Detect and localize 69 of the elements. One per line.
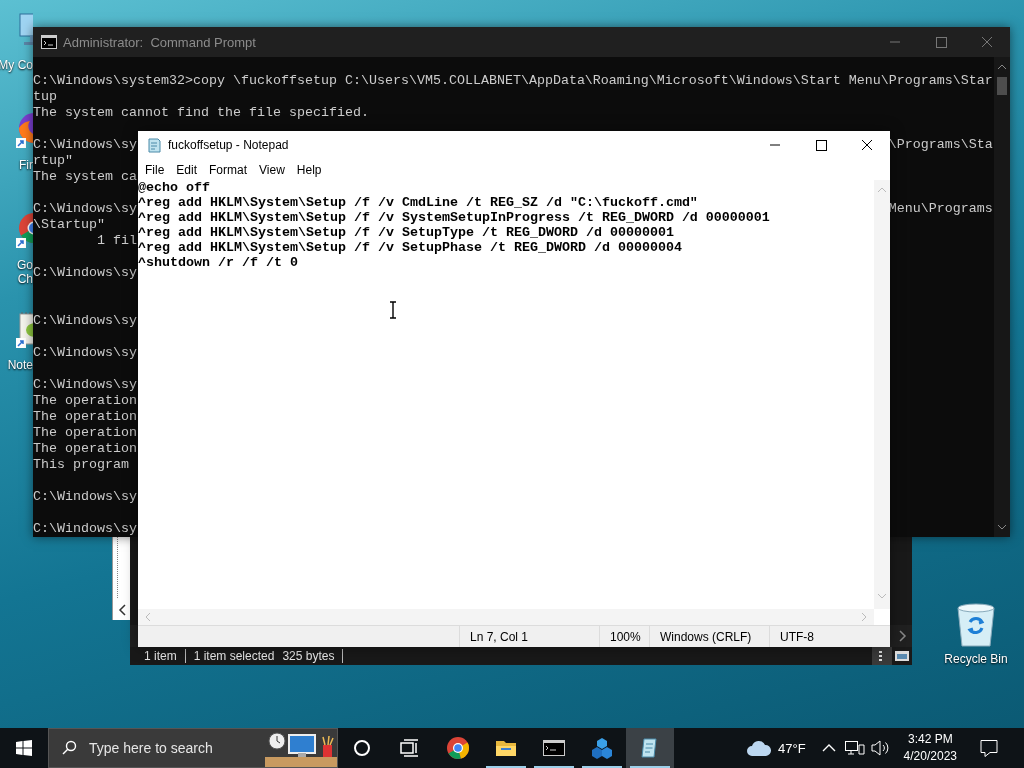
details-view-icon[interactable] xyxy=(872,647,892,665)
console-line: C:\Windows\sy xyxy=(33,201,137,217)
circle-icon xyxy=(353,739,371,757)
text-line: @echo off xyxy=(138,180,210,195)
menu-item[interactable]: File xyxy=(139,160,171,179)
status-text: UTF-8 xyxy=(780,629,814,644)
menu-item[interactable]: Help xyxy=(290,160,328,179)
cubes-icon xyxy=(590,736,614,760)
text-cursor-icon xyxy=(389,301,397,319)
scrollbar[interactable] xyxy=(994,57,1010,537)
scrollbar[interactable] xyxy=(138,609,874,625)
window-title: fuckoffsetup - Notepad xyxy=(168,138,290,152)
console-line: The operation xyxy=(33,441,137,457)
console-line: The system ca xyxy=(33,169,137,185)
console-line: C:\Windows\sy xyxy=(33,377,137,393)
notepad-icon xyxy=(146,137,162,153)
weather-button[interactable]: 47°F xyxy=(738,728,814,768)
console-line: C:\Windows\sy xyxy=(33,489,137,505)
cloud-icon xyxy=(746,739,772,757)
console-line: tup xyxy=(33,89,57,104)
console-icon xyxy=(41,35,57,49)
menu-item[interactable]: Format xyxy=(203,160,254,179)
console-line: C:\Windows\sy xyxy=(33,265,137,281)
scrollbar[interactable] xyxy=(874,180,890,609)
taskbar-app-button[interactable] xyxy=(626,728,674,768)
recycle-bin-icon[interactable] xyxy=(954,600,998,648)
status-text: Ln 7, Col 1 xyxy=(470,629,529,644)
console-line: rtup" xyxy=(33,153,73,168)
console-line: This program xyxy=(33,457,129,473)
status-text: Windows (CRLF) xyxy=(660,629,752,644)
menu-item[interactable]: View xyxy=(253,160,291,179)
text-line: ^reg add HKLM\System\Setup /f /v SetupPhase /t REG_DWORD /d 00000004 xyxy=(138,240,682,255)
search-icon xyxy=(61,740,77,756)
console-line: C:\Windows\sy xyxy=(33,345,137,361)
text-line: ^reg add HKLM\System\Setup /f /v SetupType /t REG_DWORD /d 00000001 xyxy=(138,225,674,240)
window-title: Administrator: Command Prompt xyxy=(63,34,257,50)
icon-label: Note xyxy=(7,358,33,372)
text-line: ^shutdown /r /f /t 0 xyxy=(138,255,298,270)
status-text: 100% xyxy=(610,629,641,644)
menu-item[interactable]: Edit xyxy=(170,160,204,179)
console-line: The operation xyxy=(33,425,137,441)
icon-label: Fir xyxy=(19,158,33,172)
search-field[interactable]: Type here to search xyxy=(87,739,255,757)
chrome-icon xyxy=(446,736,470,760)
console-line: \Programs\Sta xyxy=(888,137,993,153)
console-line: C:\Windows\sy xyxy=(33,137,137,153)
console-line: 1 fil xyxy=(96,233,137,249)
console-line: C:\Windows\sy xyxy=(33,521,137,537)
console-line: Menu\Programs xyxy=(888,201,993,217)
search-bar[interactable]: Type here to search xyxy=(48,728,338,768)
console-line: C:\Windows\sy xyxy=(33,313,137,329)
icon-label: Recycle Bin xyxy=(944,652,1008,666)
icon-label: Go Ch xyxy=(17,258,33,286)
text-line: ^reg add HKLM\System\Setup /f /v SystemSetupInProgress /t REG_DWORD /d 00000001 xyxy=(138,210,770,225)
console-line: The operation xyxy=(33,393,137,409)
console-line: The operation xyxy=(33,409,137,425)
windows-logo-icon xyxy=(16,740,32,756)
console-line: \Startup" xyxy=(33,217,105,233)
text-line: ^reg add HKLM\System\Setup /f /v CmdLine /t REG_SZ /d "C:\fuckoff.cmd" xyxy=(138,195,698,210)
status-text: 325 bytes xyxy=(282,649,335,663)
clock[interactable]: 3:42 PM 4/20/2023 xyxy=(895,728,965,768)
status-text: 1 item xyxy=(144,649,177,663)
icon-label: My Co xyxy=(0,58,33,72)
console-line: The system cannot find the file specified. xyxy=(33,105,369,120)
network-icon[interactable] xyxy=(843,739,866,757)
task-view-icon xyxy=(400,739,420,757)
console-line: C:\Windows\system32>copy \fuckoffsetup C:\Users\VM5.COLLABNET\AppData\Roaming\Microsoft\Windows\Start Menu\Programs\Star xyxy=(33,73,993,88)
status-text: 1 item selected xyxy=(193,649,275,663)
desk-drawing xyxy=(265,729,337,767)
